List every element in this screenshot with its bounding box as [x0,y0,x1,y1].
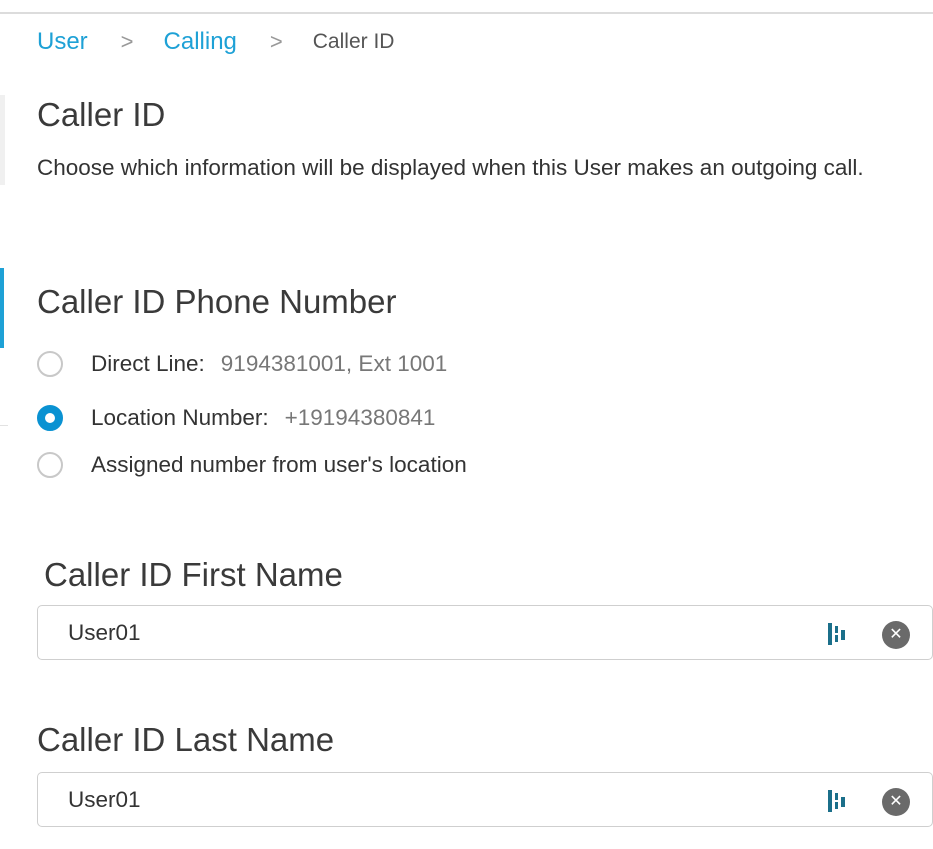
section-title-phone-number: Caller ID Phone Number [37,283,397,320]
first-name-input[interactable] [68,606,768,659]
password-manager-icon[interactable] [827,789,849,813]
radio-option-location-number[interactable]: Location Number: +19194380841 [37,405,435,431]
breadcrumb-calling-link[interactable]: Calling [164,28,237,56]
radio-value: 9194381001, Ext 1001 [220,351,448,376]
breadcrumb-user-link[interactable]: User [37,28,88,56]
breadcrumb: User > Calling > Caller ID [37,27,394,57]
page-title: Caller ID [37,96,166,133]
radio-button-location-number[interactable] [37,405,63,431]
first-name-label: Caller ID First Name [44,556,343,593]
left-divider [0,425,8,426]
active-section-indicator [0,268,4,348]
breadcrumb-current: Caller ID [312,30,395,53]
radio-label: Direct Line: [91,351,205,376]
last-name-label: Caller ID Last Name [37,721,335,758]
last-name-field: ✕ [37,772,933,827]
first-name-field: ✕ [37,605,933,660]
top-border [0,12,933,14]
radio-option-direct-line[interactable]: Direct Line: 9194381001, Ext 1001 [37,351,447,377]
clear-icon[interactable]: ✕ [882,621,910,649]
radio-option-assigned-number[interactable]: Assigned number from user's location [37,452,467,478]
password-manager-icon[interactable] [827,622,849,646]
left-rule [0,95,5,185]
breadcrumb-separator: > [269,29,283,54]
last-name-input[interactable] [68,773,768,826]
radio-value: +19194380841 [284,405,436,430]
radio-label: Assigned number from user's location [91,452,467,477]
radio-label: Location Number: [91,405,269,430]
clear-icon[interactable]: ✕ [882,788,910,816]
breadcrumb-separator: > [120,29,134,54]
page-description: Choose which information will be display… [37,155,864,180]
radio-button-direct-line[interactable] [37,351,63,377]
radio-button-assigned-number[interactable] [37,452,63,478]
